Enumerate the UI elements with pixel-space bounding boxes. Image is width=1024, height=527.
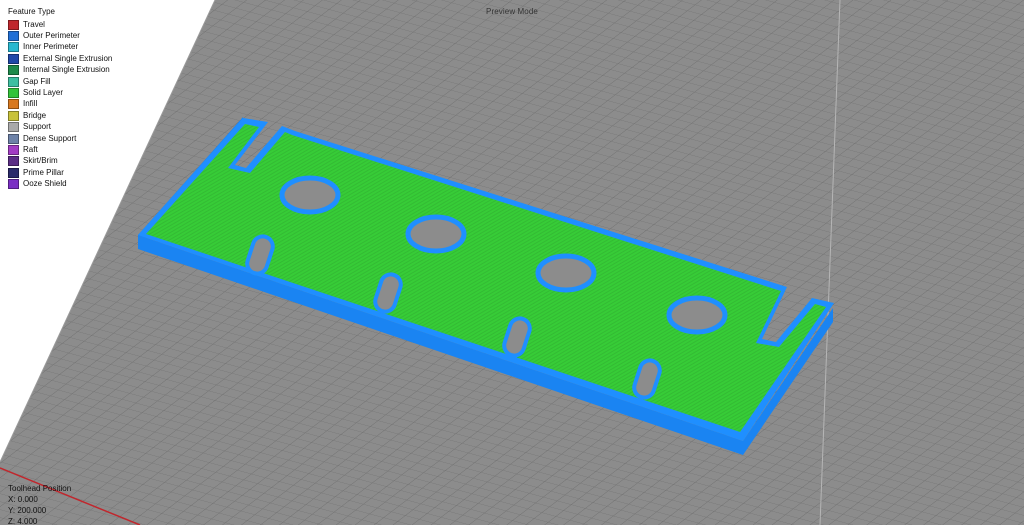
legend-item[interactable]: Bridge [8, 110, 112, 121]
legend-item[interactable]: External Single Extrusion [8, 53, 112, 64]
legend-label: Raft [23, 144, 38, 154]
legend-swatch [8, 76, 19, 87]
toolhead-z: Z: 4.000 [8, 517, 38, 526]
legend-swatch [8, 65, 19, 76]
legend-label: Dense Support [23, 133, 77, 143]
preview-viewport[interactable] [0, 0, 1024, 525]
legend-swatch [8, 88, 19, 99]
legend-swatch [8, 19, 19, 30]
legend-item[interactable]: Internal Single Extrusion [8, 65, 112, 76]
legend-list: Travel Outer Perimeter Inner Perimeter Exte… [8, 19, 112, 190]
legend-item[interactable]: Support [8, 122, 112, 133]
legend-item[interactable]: Travel [8, 19, 112, 30]
legend-swatch [8, 144, 19, 155]
legend-label: Outer Perimeter [23, 31, 80, 41]
legend-item[interactable]: Infill [8, 99, 112, 110]
toolhead-y: Y: 200.000 [8, 506, 47, 515]
legend-swatch [8, 122, 19, 133]
legend-swatch [8, 156, 19, 167]
legend-label: External Single Extrusion [23, 53, 113, 63]
legend-swatch [8, 167, 19, 178]
legend-item[interactable]: Dense Support [8, 133, 112, 144]
legend-swatch [8, 133, 19, 144]
legend-item[interactable]: Skirt/Brim [8, 156, 112, 167]
legend-label: Travel [23, 19, 45, 29]
legend-label: Gap Fill [23, 76, 51, 86]
legend-item[interactable]: Raft [8, 144, 112, 155]
legend-item[interactable]: Inner Perimeter [8, 42, 112, 53]
legend-label: Solid Layer [23, 88, 64, 98]
feature-type-legend: Feature Type Travel Outer Perimeter Inner … [8, 7, 112, 190]
preview-mode-label: Preview Mode [486, 7, 538, 16]
legend-swatch [8, 99, 19, 110]
legend-item[interactable]: Ooze Shield [8, 178, 112, 190]
toolhead-x: X: 0.000 [8, 495, 38, 504]
legend-label: Infill [23, 99, 38, 109]
legend-item[interactable]: Solid Layer [8, 87, 112, 99]
legend-swatch [8, 179, 19, 190]
legend-item[interactable]: Outer Perimeter [8, 30, 112, 42]
toolhead-position: Toolhead Position X: 0.000 Y: 200.000 Z:… [8, 483, 71, 527]
legend-title: Feature Type [8, 7, 55, 16]
legend-swatch [8, 110, 19, 121]
legend-label: Bridge [23, 110, 47, 120]
legend-swatch [8, 42, 19, 53]
toolhead-title: Toolhead Position [8, 484, 72, 493]
legend-label: Internal Single Extrusion [23, 65, 110, 75]
legend-swatch [8, 53, 19, 64]
legend-label: Prime Pillar [23, 167, 64, 177]
legend-item[interactable]: Gap Fill [8, 76, 112, 87]
legend-item[interactable]: Prime Pillar [8, 167, 112, 178]
legend-label: Ooze Shield [23, 179, 67, 189]
legend-label: Inner Perimeter [23, 42, 79, 52]
legend-swatch [8, 31, 19, 42]
legend-label: Support [23, 122, 52, 132]
legend-label: Skirt/Brim [23, 156, 58, 166]
